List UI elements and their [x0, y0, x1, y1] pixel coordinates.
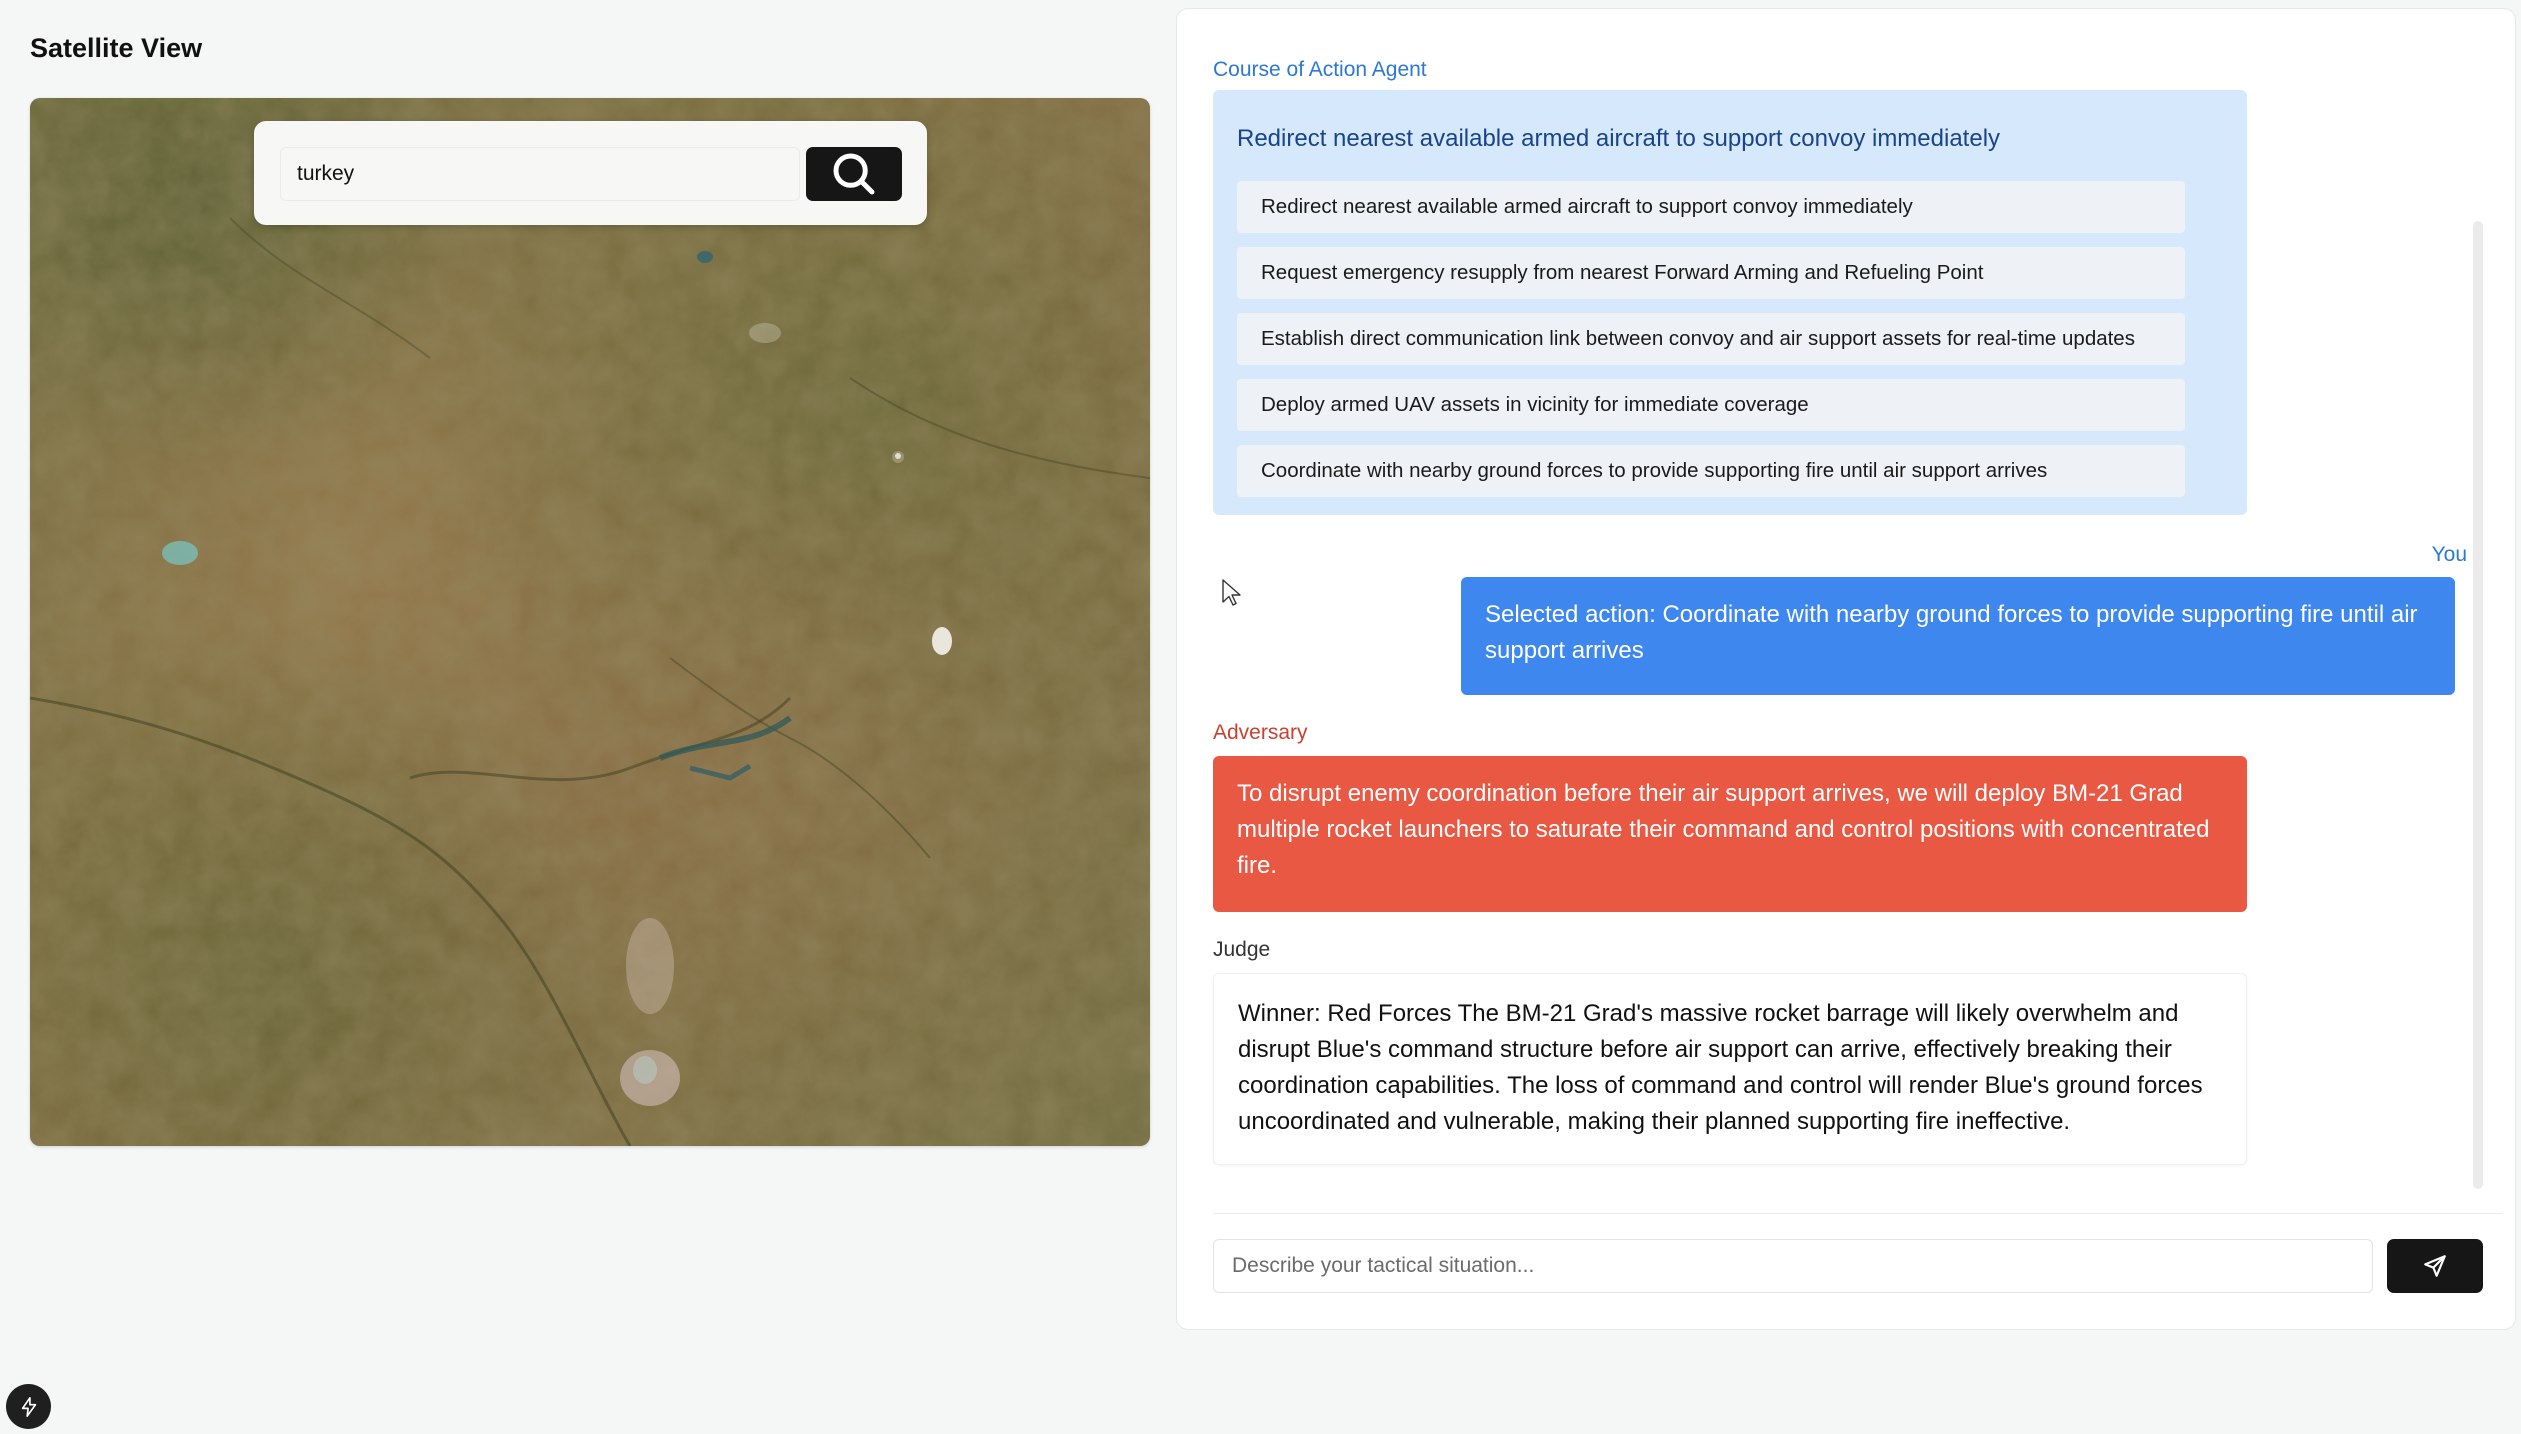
- satellite-panel: Satellite View: [0, 0, 1160, 1330]
- adversary-message-bubble: To disrupt enemy coordination before the…: [1213, 756, 2247, 912]
- coa-headline: Redirect nearest available armed aircraf…: [1237, 125, 2001, 152]
- coa-agent-label: Course of Action Agent: [1213, 58, 1427, 81]
- coa-option[interactable]: Coordinate with nearby ground forces to …: [1237, 445, 2185, 497]
- user-label: You: [2431, 543, 2467, 566]
- tactical-situation-input[interactable]: [1213, 1239, 2373, 1293]
- input-divider: [1213, 1213, 2503, 1214]
- coa-option[interactable]: Redirect nearest available armed aircraf…: [1237, 181, 2185, 233]
- coa-card: Redirect nearest available armed aircraf…: [1213, 90, 2247, 515]
- map-search-input[interactable]: [280, 147, 800, 201]
- coa-option[interactable]: Request emergency resupply from nearest …: [1237, 247, 2185, 299]
- chat-panel: Course of Action Agent Redirect nearest …: [1176, 8, 2516, 1330]
- user-message-bubble: Selected action: Coordinate with nearby …: [1461, 577, 2455, 695]
- lightning-bolt-icon: [21, 1396, 36, 1417]
- map-search-card: [254, 121, 927, 225]
- judge-message-bubble: Winner: Red Forces The BM-21 Grad's mass…: [1213, 973, 2247, 1165]
- satellite-map[interactable]: [30, 98, 1150, 1146]
- satellite-imagery[interactable]: [30, 98, 1150, 1146]
- coa-option[interactable]: Establish direct communication link betw…: [1237, 313, 2185, 365]
- coa-option[interactable]: Deploy armed UAV assets in vicinity for …: [1237, 379, 2185, 431]
- chat-scrollbar[interactable]: [2473, 221, 2483, 1189]
- send-button[interactable]: [2387, 1239, 2483, 1293]
- search-icon: [833, 153, 875, 195]
- bolt-button[interactable]: [6, 1384, 51, 1429]
- judge-label: Judge: [1213, 938, 1271, 961]
- send-icon: [2424, 1255, 2446, 1277]
- adversary-label: Adversary: [1213, 721, 1308, 744]
- page-title: Satellite View: [30, 33, 203, 63]
- mouse-cursor-icon: [1222, 579, 1241, 606]
- map-search-button[interactable]: [806, 147, 902, 201]
